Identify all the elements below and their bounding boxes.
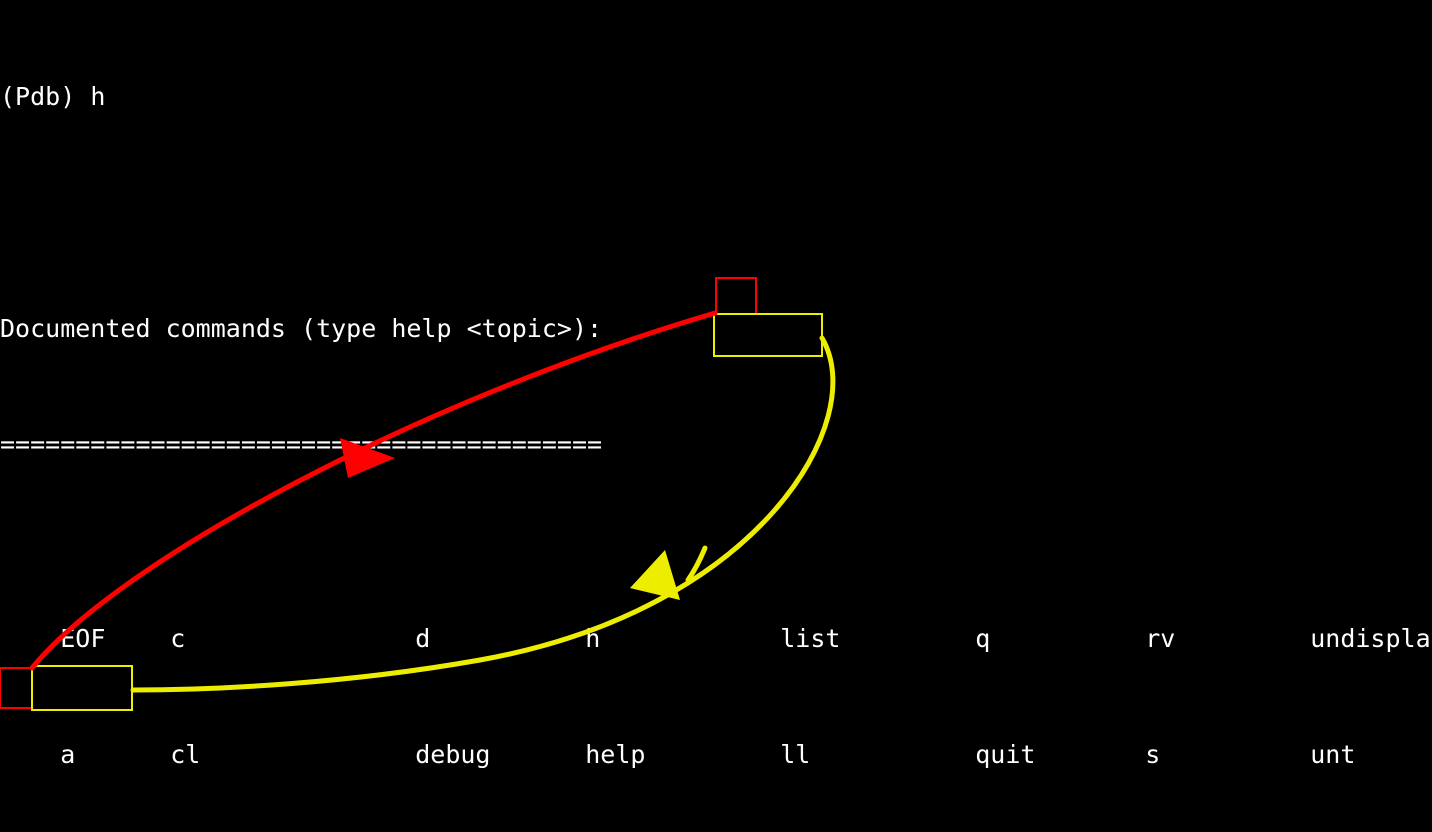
cmd-s: s <box>1145 736 1310 775</box>
cmd-unt: unt <box>1310 736 1355 775</box>
cmd-eof: EOF <box>60 620 170 659</box>
cmd-list: list <box>780 620 975 659</box>
terminal-output: (Pdb) h Documented commands (type help <… <box>0 0 1432 832</box>
pdb-prompt[interactable]: (Pdb) <box>0 82 90 111</box>
cmd-h: h <box>585 620 780 659</box>
cmd-cl: cl <box>170 736 415 775</box>
cmd-c: c <box>170 620 415 659</box>
cmd-debug: debug <box>415 736 585 775</box>
cmd-row-1: acldebughelpllquitsunt <box>0 698 1432 737</box>
cmd-help: help <box>585 736 780 775</box>
documented-header: Documented commands (type help <topic>): <box>0 310 1432 349</box>
cmd-q: q <box>975 620 1145 659</box>
cmd-rv: rv <box>1145 620 1310 659</box>
cmd-quit: quit <box>975 736 1145 775</box>
cmd-row-0: EOFcdhlistqrvundisplay <box>0 581 1432 620</box>
cmd-a: a <box>60 736 170 775</box>
blank-line <box>0 194 1432 233</box>
cmd-undisplay: undisplay <box>1310 620 1432 659</box>
separator-1: ======================================== <box>0 426 1432 465</box>
command-h: h <box>90 82 105 111</box>
cmd-d: d <box>415 620 585 659</box>
cmd-row-2: aliascleardisableignorelonglistrsourceun… <box>0 814 1432 832</box>
cmd-ll: ll <box>780 736 975 775</box>
